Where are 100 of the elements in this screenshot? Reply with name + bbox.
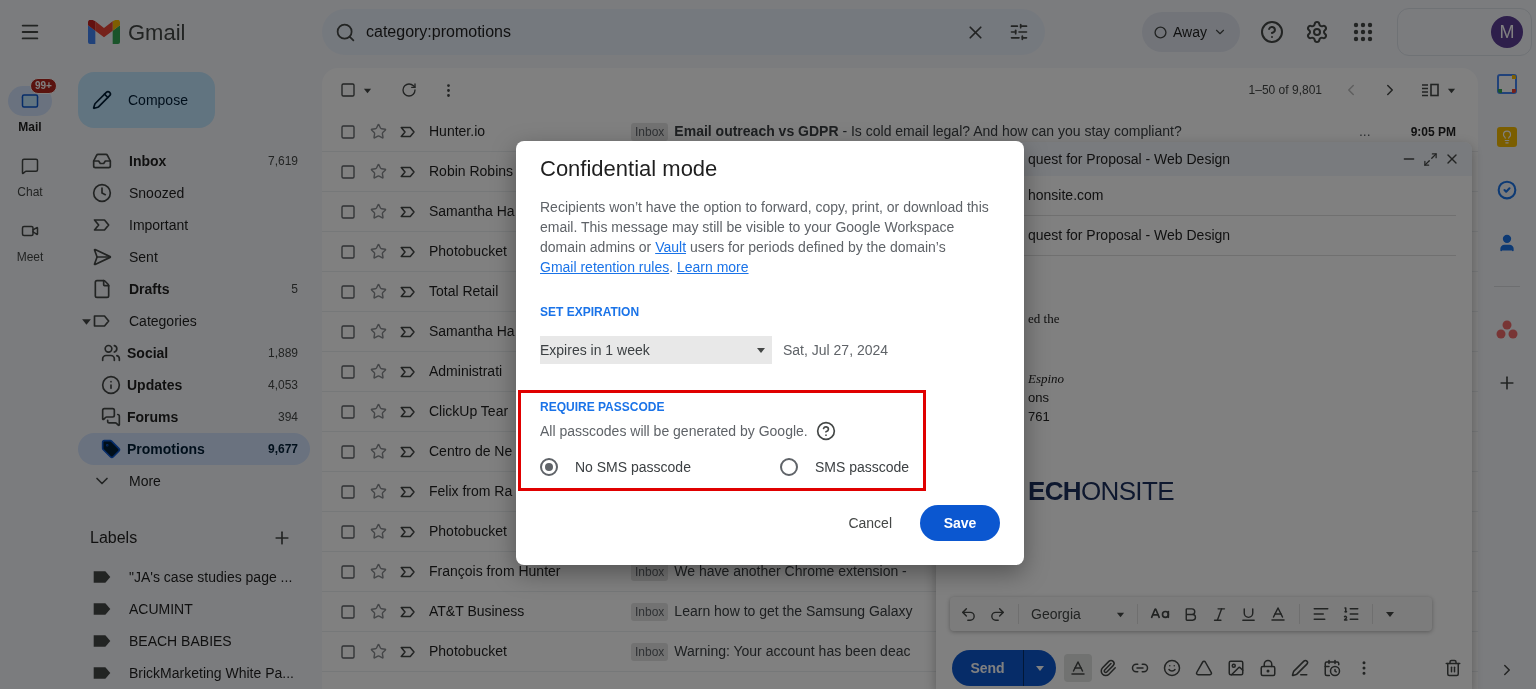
star-icon[interactable] <box>370 363 387 380</box>
nav-item[interactable]: Snoozed <box>78 177 310 209</box>
formatting-options-button[interactable] <box>1064 654 1092 682</box>
nav-item[interactable]: Forums 394 <box>78 401 310 433</box>
save-button[interactable]: Save <box>920 505 1000 541</box>
rail-item[interactable]: 99+ Mail <box>0 76 60 141</box>
checkbox[interactable] <box>340 403 356 420</box>
link[interactable]: Vault <box>655 239 687 255</box>
tag-icon <box>101 439 121 459</box>
image-icon[interactable] <box>1227 659 1245 677</box>
label-item[interactable]: BEACH BABIES <box>78 625 310 657</box>
attach-icon[interactable] <box>1099 659 1117 677</box>
underline-icon[interactable] <box>1240 605 1257 623</box>
checkbox[interactable] <box>340 643 356 660</box>
subject-field[interactable]: quest for Proposal - Web Design <box>1028 225 1231 246</box>
star-icon[interactable] <box>370 163 387 180</box>
tasks-icon[interactable] <box>1497 180 1517 200</box>
nav-item[interactable]: More <box>78 465 310 497</box>
checkbox[interactable] <box>340 443 356 460</box>
star-icon[interactable] <box>370 563 387 580</box>
star-icon[interactable] <box>370 403 387 420</box>
star-icon[interactable] <box>370 243 387 260</box>
emoji-icon[interactable] <box>1163 659 1181 677</box>
nav-item[interactable]: Promotions 9,677 <box>78 433 310 465</box>
radio-button[interactable] <box>780 458 798 476</box>
nav-item[interactable]: Important <box>78 209 310 241</box>
refresh-icon[interactable] <box>401 82 417 98</box>
filter-icon[interactable] <box>1009 22 1029 42</box>
checkbox[interactable] <box>340 203 356 220</box>
nav-item[interactable]: Categories <box>78 305 310 337</box>
checkbox[interactable] <box>340 323 356 340</box>
cancel-button[interactable]: Cancel <box>836 505 904 541</box>
lock-icon[interactable] <box>1259 659 1277 677</box>
star-icon[interactable] <box>370 523 387 540</box>
caret-icon[interactable] <box>1385 609 1395 619</box>
search-field[interactable]: category:promotions <box>322 9 1045 55</box>
nav-item[interactable]: Sent <box>78 241 310 273</box>
rail-item[interactable]: Meet <box>0 206 60 271</box>
clock-icon <box>92 183 112 203</box>
avatar[interactable]: M <box>1491 16 1523 48</box>
caret-icon <box>1035 663 1045 673</box>
help-icon[interactable] <box>815 421 836 441</box>
nav-item[interactable]: Updates 4,053 <box>78 369 310 401</box>
nav-item[interactable]: Social 1,889 <box>78 337 310 369</box>
radio-option[interactable]: No SMS passcode <box>540 456 780 478</box>
split-view-icon[interactable] <box>1421 83 1439 97</box>
status-circle-icon <box>1154 25 1167 39</box>
rail-item[interactable]: Chat <box>0 141 60 206</box>
three-dots-icon[interactable] <box>1496 320 1518 340</box>
undo-icon[interactable] <box>960 605 977 623</box>
checkbox[interactable] <box>340 163 356 180</box>
checkbox[interactable] <box>340 123 356 140</box>
radio-option[interactable]: SMS passcode <box>780 456 910 478</box>
nav-item[interactable]: Drafts 5 <box>78 273 310 305</box>
radio-button[interactable] <box>540 458 558 476</box>
link[interactable]: Learn more <box>676 259 749 275</box>
expand-icon[interactable] <box>1423 151 1438 167</box>
calendar-icon[interactable] <box>1323 659 1341 677</box>
text-color-icon[interactable] <box>1269 605 1287 623</box>
recipient-field[interactable]: honsite.com <box>1028 185 1104 206</box>
checkbox[interactable] <box>340 603 356 620</box>
star-icon[interactable] <box>370 483 387 500</box>
send-options-button[interactable] <box>1024 650 1056 686</box>
help-icon[interactable] <box>1260 20 1284 44</box>
calendar-icon[interactable] <box>1497 74 1517 94</box>
contacts-icon[interactable] <box>1497 233 1517 253</box>
star-icon[interactable] <box>370 203 387 220</box>
italic-icon[interactable] <box>1211 605 1228 623</box>
star-icon[interactable] <box>370 443 387 460</box>
select-all-checkbox[interactable] <box>340 82 356 98</box>
label-item[interactable]: "JA's case studies page ... <box>78 561 310 593</box>
status-chip[interactable]: Away <box>1142 12 1240 52</box>
star-icon[interactable] <box>370 123 387 140</box>
checkbox[interactable] <box>340 243 356 260</box>
align-icon[interactable] <box>1312 605 1330 623</box>
sender-name: Photobucket <box>429 522 507 541</box>
send-button[interactable]: Send <box>952 650 1024 686</box>
checkbox[interactable] <box>340 363 356 380</box>
triangle-icon[interactable] <box>1195 659 1213 677</box>
star-icon[interactable] <box>370 323 387 340</box>
label-item[interactable]: ACUMINT <box>78 593 310 625</box>
settings-icon[interactable] <box>1305 20 1329 44</box>
expiration-select[interactable]: Expires in 1 week <box>540 336 772 364</box>
account-box[interactable]: M <box>1397 8 1532 56</box>
star-icon[interactable] <box>370 603 387 620</box>
redo-icon[interactable] <box>989 605 1006 623</box>
font-select[interactable]: Georgia <box>1031 603 1125 625</box>
checkbox[interactable] <box>340 523 356 540</box>
checkbox[interactable] <box>340 563 356 580</box>
compose-button[interactable]: Compose <box>78 72 215 128</box>
checkbox[interactable] <box>340 283 356 300</box>
label-item[interactable]: BrickMarketing White Pa... <box>78 657 310 689</box>
star-icon[interactable] <box>370 643 387 660</box>
checkbox[interactable] <box>340 483 356 500</box>
star-icon[interactable] <box>370 283 387 300</box>
pen-icon[interactable] <box>1291 659 1309 677</box>
nav-item[interactable]: Inbox 7,619 <box>78 145 310 177</box>
trash-icon[interactable] <box>1444 659 1462 677</box>
apps-grid-icon[interactable] <box>1353 22 1373 42</box>
numbered-list-icon[interactable] <box>1342 605 1360 623</box>
